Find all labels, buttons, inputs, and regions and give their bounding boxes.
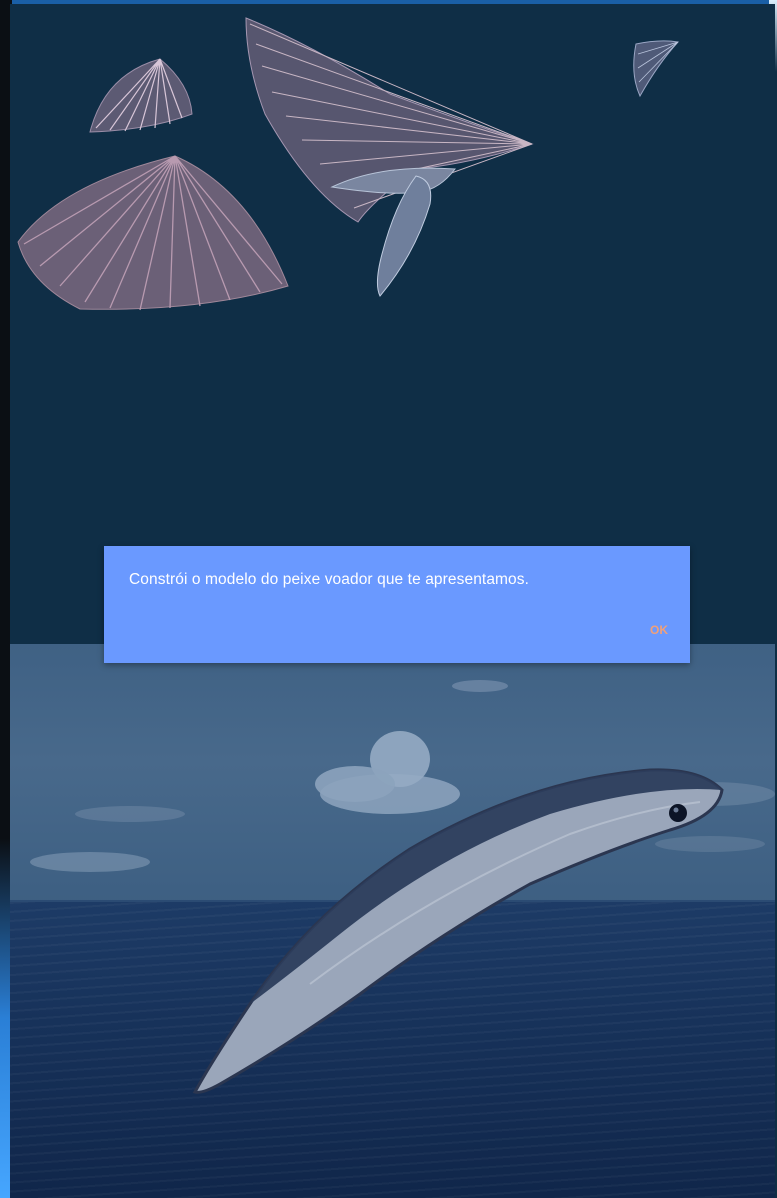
fin-piece-large-fan[interactable] — [17, 155, 289, 311]
flying-fish-body-icon[interactable] — [10, 644, 775, 1198]
fin-piece-small-fan[interactable] — [89, 58, 193, 133]
ocean-scene — [10, 644, 775, 1198]
dialog-message: Constrói o modelo do peixe voador que te… — [129, 571, 530, 588]
ok-button[interactable]: OK — [650, 623, 668, 637]
app-screen: Constrói o modelo do peixe voador que te… — [10, 4, 775, 1198]
fin-piece-tail[interactable] — [245, 17, 534, 297]
fin-piece-small-top-right[interactable] — [633, 40, 679, 98]
instruction-dialog: Constrói o modelo do peixe voador que te… — [104, 546, 690, 663]
